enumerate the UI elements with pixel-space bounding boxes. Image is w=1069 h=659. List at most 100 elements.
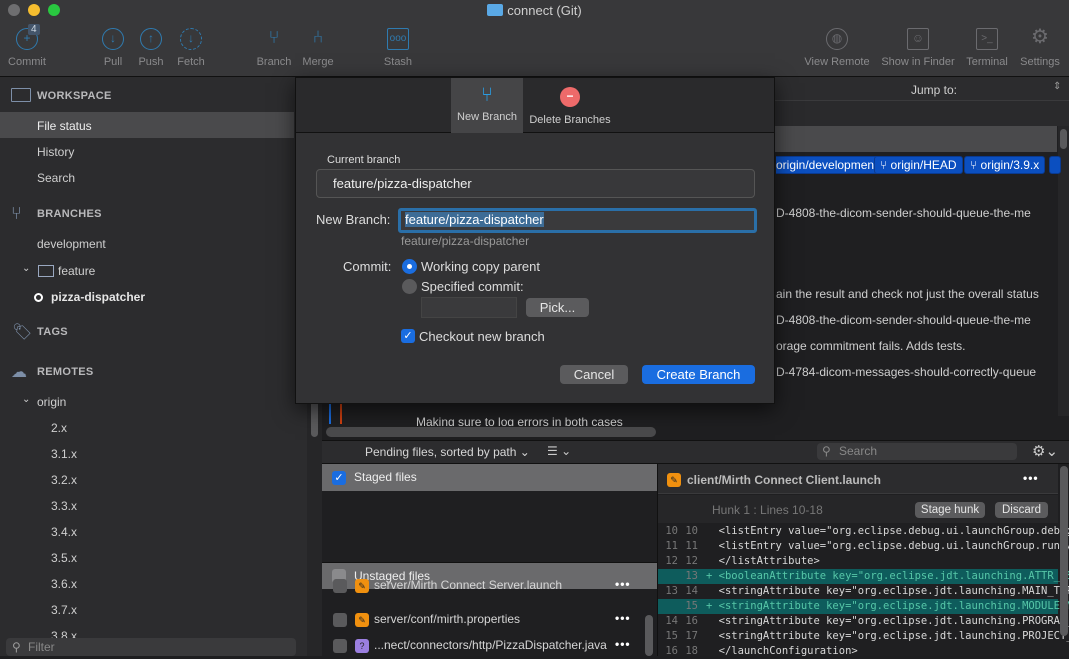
files-scrollbar[interactable]: [645, 615, 653, 656]
push-button[interactable]: ↑ Push: [134, 26, 168, 68]
fetch-button[interactable]: ↓ Fetch: [172, 26, 210, 68]
staging-area: Pending files, sorted by path ⌄ ☰ ⌄ ⚲ Sea…: [322, 440, 1069, 659]
diff-line: 12 12 </listAttribute>: [658, 554, 1058, 569]
more-options-icon[interactable]: •••: [615, 637, 631, 651]
merge-button[interactable]: ⑃ Merge: [298, 26, 338, 69]
branch-icon: ⑂: [481, 84, 493, 106]
pencil-icon: ✎: [355, 579, 369, 593]
remote-branch-item[interactable]: 3.1.x: [51, 447, 77, 461]
checkout-checkbox[interactable]: ✓: [401, 329, 415, 343]
workspace-header: WORKSPACE: [37, 90, 112, 102]
chevron-down-icon[interactable]: ⌄: [22, 394, 30, 405]
new-line-number: 10: [685, 525, 698, 537]
more-options-icon[interactable]: •••: [1023, 471, 1039, 485]
branch-pizza-dispatcher[interactable]: pizza-dispatcher: [51, 290, 145, 304]
checkout-label[interactable]: Checkout new branch: [419, 329, 545, 344]
gear-icon[interactable]: ⚙⌄: [1032, 442, 1058, 460]
fetch-label: Fetch: [177, 56, 205, 68]
sidebar-item-history[interactable]: History: [37, 145, 74, 159]
new-line-number: 13: [685, 570, 698, 582]
show-in-finder-button[interactable]: ☺ Show in Finder: [877, 26, 959, 68]
pull-button[interactable]: ↓ Pull: [96, 26, 130, 68]
diff-line-text: + <booleanAttribute key="org.eclipse.jdt…: [706, 570, 1069, 582]
new-line-number: 14: [685, 585, 698, 597]
search-icon: ⚲: [822, 444, 831, 458]
file-checkbox[interactable]: [333, 639, 347, 653]
new-branch-dialog: ⑂ New Branch − Delete Branches Current b…: [295, 77, 775, 404]
more-options-icon[interactable]: •••: [615, 577, 631, 591]
sidebar-item-file-status[interactable]: File status: [37, 119, 92, 133]
sort-dropdown[interactable]: Pending files, sorted by path ⌄: [365, 445, 530, 459]
view-remote-button[interactable]: ◍ View Remote: [800, 26, 874, 68]
stage-hunk-button[interactable]: Stage hunk: [915, 502, 985, 518]
pull-label: Pull: [103, 56, 123, 68]
commit-message[interactable]: D-4808-the-dicom-sender-should-queue-the…: [776, 206, 1031, 220]
arrow-up-icon: ↑: [140, 28, 162, 50]
diff-line-text: <listEntry value="org.eclipse.debug.ui.l…: [706, 525, 1069, 537]
terminal-button[interactable]: >_ Terminal: [962, 26, 1012, 68]
more-options-icon[interactable]: •••: [615, 611, 631, 625]
remote-branch-item[interactable]: 3.3.x: [51, 499, 77, 513]
radio-specified-commit[interactable]: [402, 279, 417, 294]
new-line-number: 15: [685, 600, 698, 612]
search-input[interactable]: ⚲ Search: [817, 443, 1017, 460]
commit-message[interactable]: ain the result and check not just the ov…: [776, 287, 1039, 301]
remote-branch-item[interactable]: 3.4.x: [51, 525, 77, 539]
branch-development[interactable]: development: [37, 237, 106, 251]
radio-specified-commit-label[interactable]: Specified commit:: [421, 279, 524, 294]
file-path: ...nect/connectors/http/PizzaDispatcher.…: [374, 638, 607, 652]
file-path: server/Mirth Connect Server.launch: [374, 578, 563, 592]
pick-button[interactable]: Pick...: [526, 298, 589, 317]
remote-origin[interactable]: origin: [37, 395, 66, 409]
commit-hash-input[interactable]: [421, 297, 517, 318]
file-checkbox[interactable]: [333, 613, 347, 627]
file-row[interactable]: ✎ server/Mirth Connect Server.launch •••: [322, 577, 657, 593]
diff-line: 15 + <stringAttribute key="org.eclipse.jd…: [658, 599, 1069, 614]
new-branch-hint: feature/pizza-dispatcher: [401, 234, 530, 248]
title-toolbar: connect (Git) + Commit 4 ↓ Pull ↑ Push ↓ Fet…: [0, 0, 1069, 77]
commit-message[interactable]: Making sure to log errors in both cases: [416, 415, 623, 426]
branch-button[interactable]: ⑂ Branch: [253, 26, 295, 69]
list-view-menu[interactable]: ☰ ⌄: [547, 444, 571, 458]
file-row[interactable]: ✎ server/conf/mirth.properties •••: [322, 607, 657, 633]
pencil-icon: ✎: [667, 473, 681, 487]
diff-line-text: <stringAttribute key="org.eclipse.jdt.la…: [706, 585, 1069, 597]
sidebar-item-search[interactable]: Search: [37, 171, 75, 185]
remote-branch-item[interactable]: 3.2.x: [51, 473, 77, 487]
chevron-down-icon[interactable]: ⌄: [22, 263, 30, 274]
commit-message[interactable]: D-4808-the-dicom-sender-should-queue-the…: [776, 313, 1031, 327]
current-branch-value: feature/pizza-dispatcher: [333, 176, 472, 191]
radio-working-copy[interactable]: [402, 259, 417, 274]
file-row[interactable]: ? ...nect/connectors/http/PizzaDispatcher…: [322, 633, 657, 659]
remote-branch-item[interactable]: 3.6.x: [51, 577, 77, 591]
current-branch-field: feature/pizza-dispatcher: [316, 169, 755, 198]
tab-new-branch[interactable]: ⑂ New Branch: [451, 78, 523, 133]
radio-working-copy-label[interactable]: Working copy parent: [421, 259, 540, 274]
cancel-button[interactable]: Cancel: [560, 365, 628, 384]
commit-message[interactable]: D-4784-dicom-messages-should-correctly-q…: [776, 365, 1036, 379]
staged-checkbox[interactable]: ✓: [332, 471, 346, 485]
view-remote-label: View Remote: [804, 56, 870, 68]
create-branch-button[interactable]: Create Branch: [642, 365, 755, 384]
diff-pane: ✎ client/Mirth Connect Client.launch •••…: [657, 464, 1069, 659]
new-line-number: 18: [685, 645, 698, 657]
diff-scrollbar[interactable]: [1060, 466, 1068, 636]
tag-icon: 🏷︎: [12, 324, 33, 341]
file-checkbox[interactable]: [333, 579, 347, 593]
new-branch-input[interactable]: feature/pizza-dispatcher: [398, 208, 757, 233]
remote-branch-item[interactable]: 2.x: [51, 421, 67, 435]
stash-button[interactable]: ooo Stash: [378, 26, 418, 68]
branch-folder-feature[interactable]: feature: [58, 264, 95, 278]
diff-line: 16 18 </launchConfiguration>: [658, 644, 1058, 659]
discard-button[interactable]: Discard: [995, 502, 1048, 518]
commit-button[interactable]: + Commit: [3, 26, 51, 68]
remote-branch-item[interactable]: 3.7.x: [51, 603, 77, 617]
diff-line: 13 14 <stringAttribute key="org.eclipse.j…: [658, 584, 1069, 599]
filter-input[interactable]: ⚲ Filter: [6, 638, 296, 656]
remote-branch-item[interactable]: 3.5.x: [51, 551, 77, 565]
settings-button[interactable]: ⚙ Settings: [1015, 26, 1065, 68]
tab-delete-branches[interactable]: − Delete Branches: [524, 78, 616, 133]
commit-message[interactable]: orage commitment fails. Adds tests.: [776, 339, 965, 353]
new-branch-value: feature/pizza-dispatcher: [405, 212, 544, 227]
horizontal-scrollbar[interactable]: [326, 427, 656, 437]
